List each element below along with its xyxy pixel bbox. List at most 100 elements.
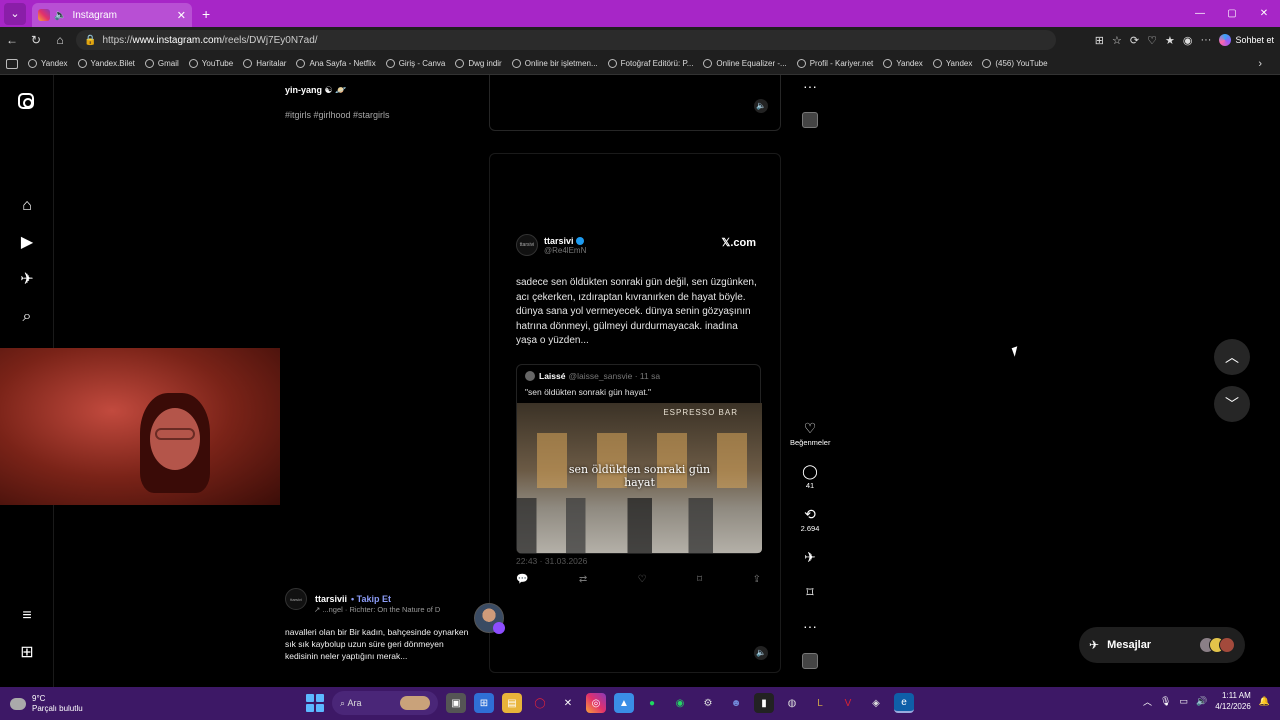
photos-icon[interactable]: ▲ bbox=[614, 693, 634, 713]
reel-description[interactable]: navalleri olan bir Bir kadın, bahçesinde… bbox=[285, 626, 470, 662]
bookmark-item[interactable]: Yandex bbox=[28, 59, 68, 68]
save-button[interactable]: ⌑ bbox=[790, 584, 830, 600]
follow-button[interactable]: • Takip Et bbox=[351, 594, 391, 604]
reel-audio[interactable]: ↗ ...ngel · Richter: On the Nature of D bbox=[314, 605, 440, 614]
quote-avatar bbox=[525, 371, 535, 381]
browser-essentials-icon[interactable]: ♡ bbox=[1147, 34, 1157, 47]
system-tray: ︿ 🎙 ▭ 🔊 1:11 AM 4/12/2026 🔔 bbox=[1143, 690, 1270, 712]
extensions-icon[interactable]: ⟳ bbox=[1130, 34, 1139, 47]
bookmark-item[interactable]: Gmail bbox=[144, 59, 179, 68]
repost-count: 2.694 bbox=[800, 524, 820, 533]
weather-widget[interactable]: 9°C Parçalı bulutlu bbox=[10, 694, 83, 714]
bookmark-item[interactable]: Dwg indir bbox=[455, 59, 502, 68]
bookmark-item[interactable]: Profil - Kariyer.net bbox=[796, 59, 873, 68]
share-button[interactable]: ✈ bbox=[790, 549, 830, 565]
tab-actions-menu[interactable]: ⌄ bbox=[4, 2, 26, 25]
minimize-button[interactable]: — bbox=[1184, 0, 1216, 27]
audio-profile-avatar[interactable] bbox=[474, 603, 505, 634]
bookmark-item[interactable]: Yandex bbox=[883, 59, 923, 68]
chevron-up-icon[interactable]: ︿ bbox=[1143, 695, 1152, 708]
repost-button[interactable]: ⟲ 2.694 bbox=[790, 506, 830, 533]
comment-button[interactable]: ◯ 41 bbox=[790, 463, 830, 490]
discord-icon[interactable]: ☻ bbox=[726, 693, 746, 713]
copilot-button[interactable]: Sohbet et bbox=[1219, 34, 1274, 46]
previous-reel-button[interactable]: ︿ bbox=[1214, 339, 1250, 375]
close-tab-icon[interactable]: ✕ bbox=[177, 9, 186, 22]
profile-avatar[interactable]: ◉ bbox=[1183, 34, 1193, 47]
clock[interactable]: 1:11 AM 4/12/2026 bbox=[1215, 690, 1251, 712]
spotify-icon[interactable]: ● bbox=[642, 693, 662, 713]
send-icon[interactable]: ✈ bbox=[18, 271, 36, 289]
home-button[interactable]: ⌂ bbox=[48, 33, 72, 47]
bookmark-item[interactable]: Haritalar bbox=[243, 59, 286, 68]
author-name[interactable]: ttarsivii bbox=[315, 594, 347, 604]
instagram-logo-icon[interactable] bbox=[18, 93, 34, 109]
microphone-icon[interactable]: 🎙 bbox=[1160, 696, 1171, 707]
favorite-star-icon[interactable]: ☆ bbox=[1112, 34, 1122, 47]
prev-reel-tags[interactable]: #itgirls #girlhood #stargirls bbox=[285, 110, 390, 120]
bookmark-item[interactable]: Yandex bbox=[932, 59, 972, 68]
bookmark-item[interactable]: Fotoğraf Editörü: P... bbox=[607, 59, 693, 68]
task-view-icon[interactable]: ▣ bbox=[446, 693, 466, 713]
mute-icon[interactable]: 🔈 bbox=[754, 99, 768, 113]
search-icon[interactable]: ⌕ bbox=[18, 308, 36, 326]
audio-thumb[interactable] bbox=[790, 653, 830, 669]
close-window-button[interactable]: ✕ bbox=[1248, 0, 1280, 27]
notification-icon[interactable]: 🔔 bbox=[1259, 696, 1270, 707]
reels-icon[interactable]: ▶ bbox=[18, 234, 36, 252]
more-button[interactable]: ··· bbox=[790, 618, 830, 634]
bookmark-item[interactable]: Online bir işletmen... bbox=[511, 59, 598, 68]
instagram-icon[interactable]: ◎ bbox=[586, 693, 606, 713]
epic-games-icon[interactable]: ▮ bbox=[754, 693, 774, 713]
bookmark-item[interactable]: Online Equalizer -... bbox=[703, 59, 787, 68]
file-explorer-icon[interactable]: ▤ bbox=[502, 693, 522, 713]
bookmark-label: Ana Sayfa - Netflix bbox=[309, 59, 376, 68]
prev-more-button[interactable]: ··· bbox=[790, 78, 830, 94]
favorites-icon[interactable]: ★ bbox=[1165, 34, 1175, 47]
opera-icon[interactable]: ◯ bbox=[530, 693, 550, 713]
whatsapp-icon[interactable]: ◉ bbox=[670, 693, 690, 713]
edge-icon[interactable]: e bbox=[894, 693, 914, 713]
prev-audio-thumb[interactable] bbox=[790, 112, 830, 128]
league-icon[interactable]: L bbox=[810, 693, 830, 713]
valorant-icon[interactable]: V bbox=[838, 693, 858, 713]
chevron-right-icon[interactable]: › bbox=[1258, 58, 1262, 70]
lock-icon[interactable]: 🔒 bbox=[84, 35, 96, 46]
mute-icon[interactable]: 🔈 bbox=[754, 646, 768, 660]
more-menu-icon[interactable]: ··· bbox=[1200, 34, 1211, 46]
next-reel-button[interactable]: ﹀ bbox=[1214, 386, 1250, 422]
quote-text: "sen öldükten sonraki gün hayat." bbox=[525, 387, 652, 397]
menu-icon[interactable]: ≡ bbox=[18, 607, 36, 625]
store-icon[interactable]: ⊞ bbox=[474, 693, 494, 713]
start-button[interactable] bbox=[306, 694, 324, 712]
globe-icon bbox=[607, 59, 617, 68]
new-tab-button[interactable]: + bbox=[202, 6, 210, 22]
overwolf-icon[interactable]: ◍ bbox=[782, 693, 802, 713]
back-button[interactable]: ← bbox=[0, 33, 24, 47]
volume-icon[interactable]: 🔊 bbox=[1196, 696, 1207, 707]
network-icon[interactable]: ▭ bbox=[1179, 696, 1188, 707]
reel-video[interactable]: ttarsivi ttarsivi @Re4lEmN 𝕏.com sadece … bbox=[489, 153, 781, 673]
bookmark-item[interactable]: Giriş - Canva bbox=[385, 59, 445, 68]
bookmark-item[interactable]: (456) YouTube bbox=[982, 59, 1048, 68]
bookmark-item[interactable]: Ana Sayfa - Netflix bbox=[296, 59, 376, 68]
like-button[interactable]: ♡ Beğenmeler bbox=[790, 420, 830, 447]
game-icon[interactable]: ◈ bbox=[866, 693, 886, 713]
author-avatar[interactable]: ttarsivi bbox=[285, 588, 307, 610]
url-field[interactable]: 🔒 https://www.instagram.com/reels/DWj7Ey… bbox=[76, 30, 1056, 50]
tab-instagram[interactable]: 🔈 Instagram ✕ bbox=[32, 3, 192, 27]
app-available-icon[interactable]: ⊞ bbox=[1095, 34, 1104, 47]
maximize-button[interactable]: ▢ bbox=[1216, 0, 1248, 27]
xbox-icon[interactable]: ✕ bbox=[558, 693, 578, 713]
bookmark-item[interactable]: Yandex.Bilet bbox=[77, 59, 135, 68]
speaker-icon[interactable]: 🔈 bbox=[54, 10, 66, 21]
refresh-button[interactable]: ↻ bbox=[24, 33, 48, 47]
prev-reel-video[interactable]: 🔈 bbox=[489, 75, 781, 131]
more-apps-icon[interactable]: ⊞ bbox=[18, 644, 36, 662]
messages-button[interactable]: ✈ Mesajlar bbox=[1079, 627, 1245, 663]
steam-icon[interactable]: ⚙ bbox=[698, 693, 718, 713]
home-icon[interactable]: ⌂ bbox=[18, 197, 36, 215]
tab-groups-icon[interactable] bbox=[6, 58, 18, 69]
bookmark-item[interactable]: YouTube bbox=[188, 59, 233, 68]
taskbar-search[interactable]: ⌕ Ara bbox=[332, 691, 438, 715]
